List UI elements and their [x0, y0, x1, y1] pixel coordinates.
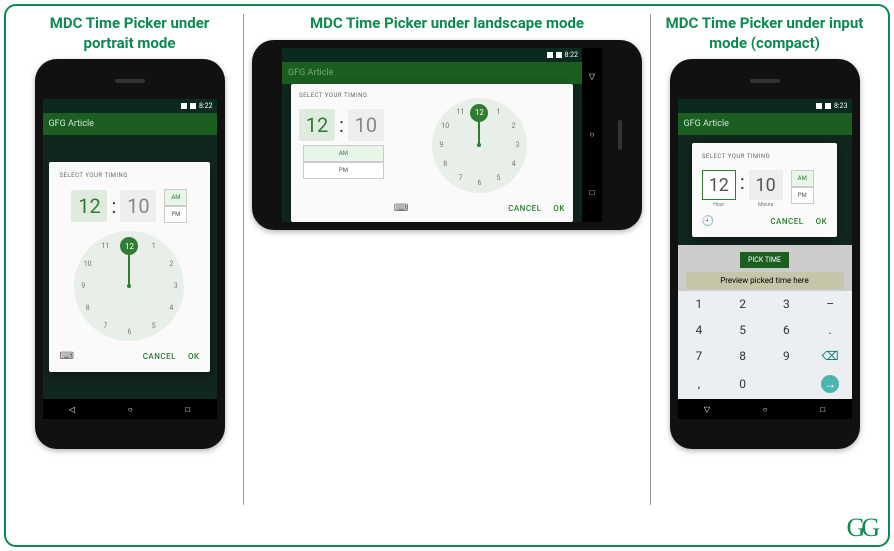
recent-icon[interactable]: □: [820, 405, 825, 414]
pm-button[interactable]: PM: [791, 187, 814, 204]
key-1[interactable]: 1: [678, 291, 721, 316]
minute-input[interactable]: 10: [749, 170, 783, 200]
home-icon[interactable]: ○: [763, 405, 768, 414]
dialog-title: SELECT YOUR TIMING: [59, 172, 199, 179]
key-dash[interactable]: –: [809, 291, 852, 316]
keyboard-icon[interactable]: ⌨: [394, 203, 408, 214]
key-dot[interactable]: .: [809, 317, 852, 342]
home-icon[interactable]: ○: [590, 130, 595, 139]
key-blank: [765, 370, 808, 399]
am-button[interactable]: AM: [164, 189, 187, 206]
app-bar: GFG Article: [678, 113, 852, 135]
minute-display[interactable]: 10: [348, 109, 384, 141]
status-time: 8:23: [834, 102, 848, 110]
panel-input: MDC Time Picker under input mode (compac…: [651, 14, 878, 505]
clock-icon[interactable]: 🕘: [702, 216, 714, 227]
home-icon[interactable]: ○: [128, 405, 133, 414]
app-bar: GFG Article: [282, 62, 582, 84]
key-backspace[interactable]: ⌫: [809, 344, 852, 369]
hour-display[interactable]: 12: [71, 190, 107, 222]
pick-time-chip[interactable]: PICK TIME: [740, 252, 789, 268]
dialog-title: SELECT YOUR TIMING: [702, 153, 827, 160]
panel-landscape: MDC Time Picker under landscape mode 8:2…: [244, 14, 651, 505]
am-button[interactable]: AM: [303, 145, 384, 162]
key-7[interactable]: 7: [678, 344, 721, 369]
ok-button[interactable]: OK: [553, 204, 565, 213]
app-bar: GFG Article: [43, 113, 217, 135]
nav-bar: ◁ ○ □: [43, 399, 217, 419]
key-6[interactable]: 6: [765, 317, 808, 342]
key-enter[interactable]: →: [821, 375, 839, 393]
nav-bar: ▽ ○ □: [678, 399, 852, 419]
cancel-button[interactable]: CANCEL: [770, 217, 803, 226]
key-comma[interactable]: ,: [678, 370, 721, 399]
back-icon[interactable]: ▽: [589, 72, 595, 81]
status-bar: 8:22: [43, 99, 217, 113]
numeric-keypad: 1 2 3 – 4 5 6 . 7 8 9 ⌫ , 0: [678, 291, 852, 399]
clock-selected[interactable]: 12: [470, 104, 488, 122]
hour-display[interactable]: 12: [299, 109, 335, 141]
key-0[interactable]: 0: [721, 370, 764, 399]
title-input: MDC Time Picker under input mode (compac…: [659, 14, 870, 53]
back-icon[interactable]: ◁: [69, 405, 75, 414]
back-icon[interactable]: ▽: [704, 405, 710, 414]
status-time: 8:22: [199, 102, 213, 110]
key-4[interactable]: 4: [678, 317, 721, 342]
preview-text: Preview picked time here: [686, 272, 844, 289]
time-picker-input-dialog: SELECT YOUR TIMING 12 Hour : 10 Minute: [692, 143, 837, 237]
key-5[interactable]: 5: [721, 317, 764, 342]
clock-face[interactable]: 12 6 9 3 1 2 4 5 7 8 10 11: [74, 231, 184, 341]
key-8[interactable]: 8: [721, 344, 764, 369]
pm-button[interactable]: PM: [303, 162, 384, 179]
dialog-title: SELECT YOUR TIMING: [299, 92, 384, 99]
status-time: 8:22: [565, 51, 579, 59]
hour-input[interactable]: 12: [702, 170, 736, 200]
title-landscape: MDC Time Picker under landscape mode: [310, 14, 584, 34]
time-picker-dialog: SELECT YOUR TIMING 12 : 10 AM PM: [49, 162, 209, 372]
minute-display[interactable]: 10: [120, 190, 156, 222]
recent-icon[interactable]: □: [185, 405, 190, 414]
status-bar: 8:23: [678, 99, 852, 113]
pm-button[interactable]: PM: [164, 206, 187, 223]
phone-input: 8:23 GFG Article SELECT YOUR TIMING 12 H…: [670, 59, 860, 449]
cancel-button[interactable]: CANCEL: [508, 204, 541, 213]
time-picker-dialog: SELECT YOUR TIMING 12 : 10 AM PM: [291, 84, 573, 222]
keyboard-icon[interactable]: ⌨: [59, 351, 73, 362]
phone-portrait: 8:22 GFG Article SELECT YOUR TIMING 12 :…: [35, 59, 225, 449]
geeksforgeeks-logo: GG: [846, 513, 876, 543]
cancel-button[interactable]: CANCEL: [143, 352, 176, 361]
panel-portrait: MDC Time Picker under portrait mode 8:22…: [16, 14, 244, 505]
title-portrait: MDC Time Picker under portrait mode: [24, 14, 235, 53]
phone-landscape: 8:22 GFG Article SELECT YOUR TIMING 12 :…: [252, 40, 642, 230]
clock-face[interactable]: 12 6 9 3 1 2 4 5 7 8: [432, 98, 527, 193]
ok-button[interactable]: OK: [816, 217, 828, 226]
nav-bar: ▽ ○ □: [582, 48, 602, 222]
key-9[interactable]: 9: [765, 344, 808, 369]
am-button[interactable]: AM: [791, 170, 814, 187]
status-bar: 8:22: [282, 48, 582, 62]
ok-button[interactable]: OK: [188, 352, 200, 361]
key-2[interactable]: 2: [721, 291, 764, 316]
recent-icon[interactable]: □: [590, 188, 595, 197]
key-3[interactable]: 3: [765, 291, 808, 316]
clock-selected[interactable]: 12: [120, 237, 138, 255]
